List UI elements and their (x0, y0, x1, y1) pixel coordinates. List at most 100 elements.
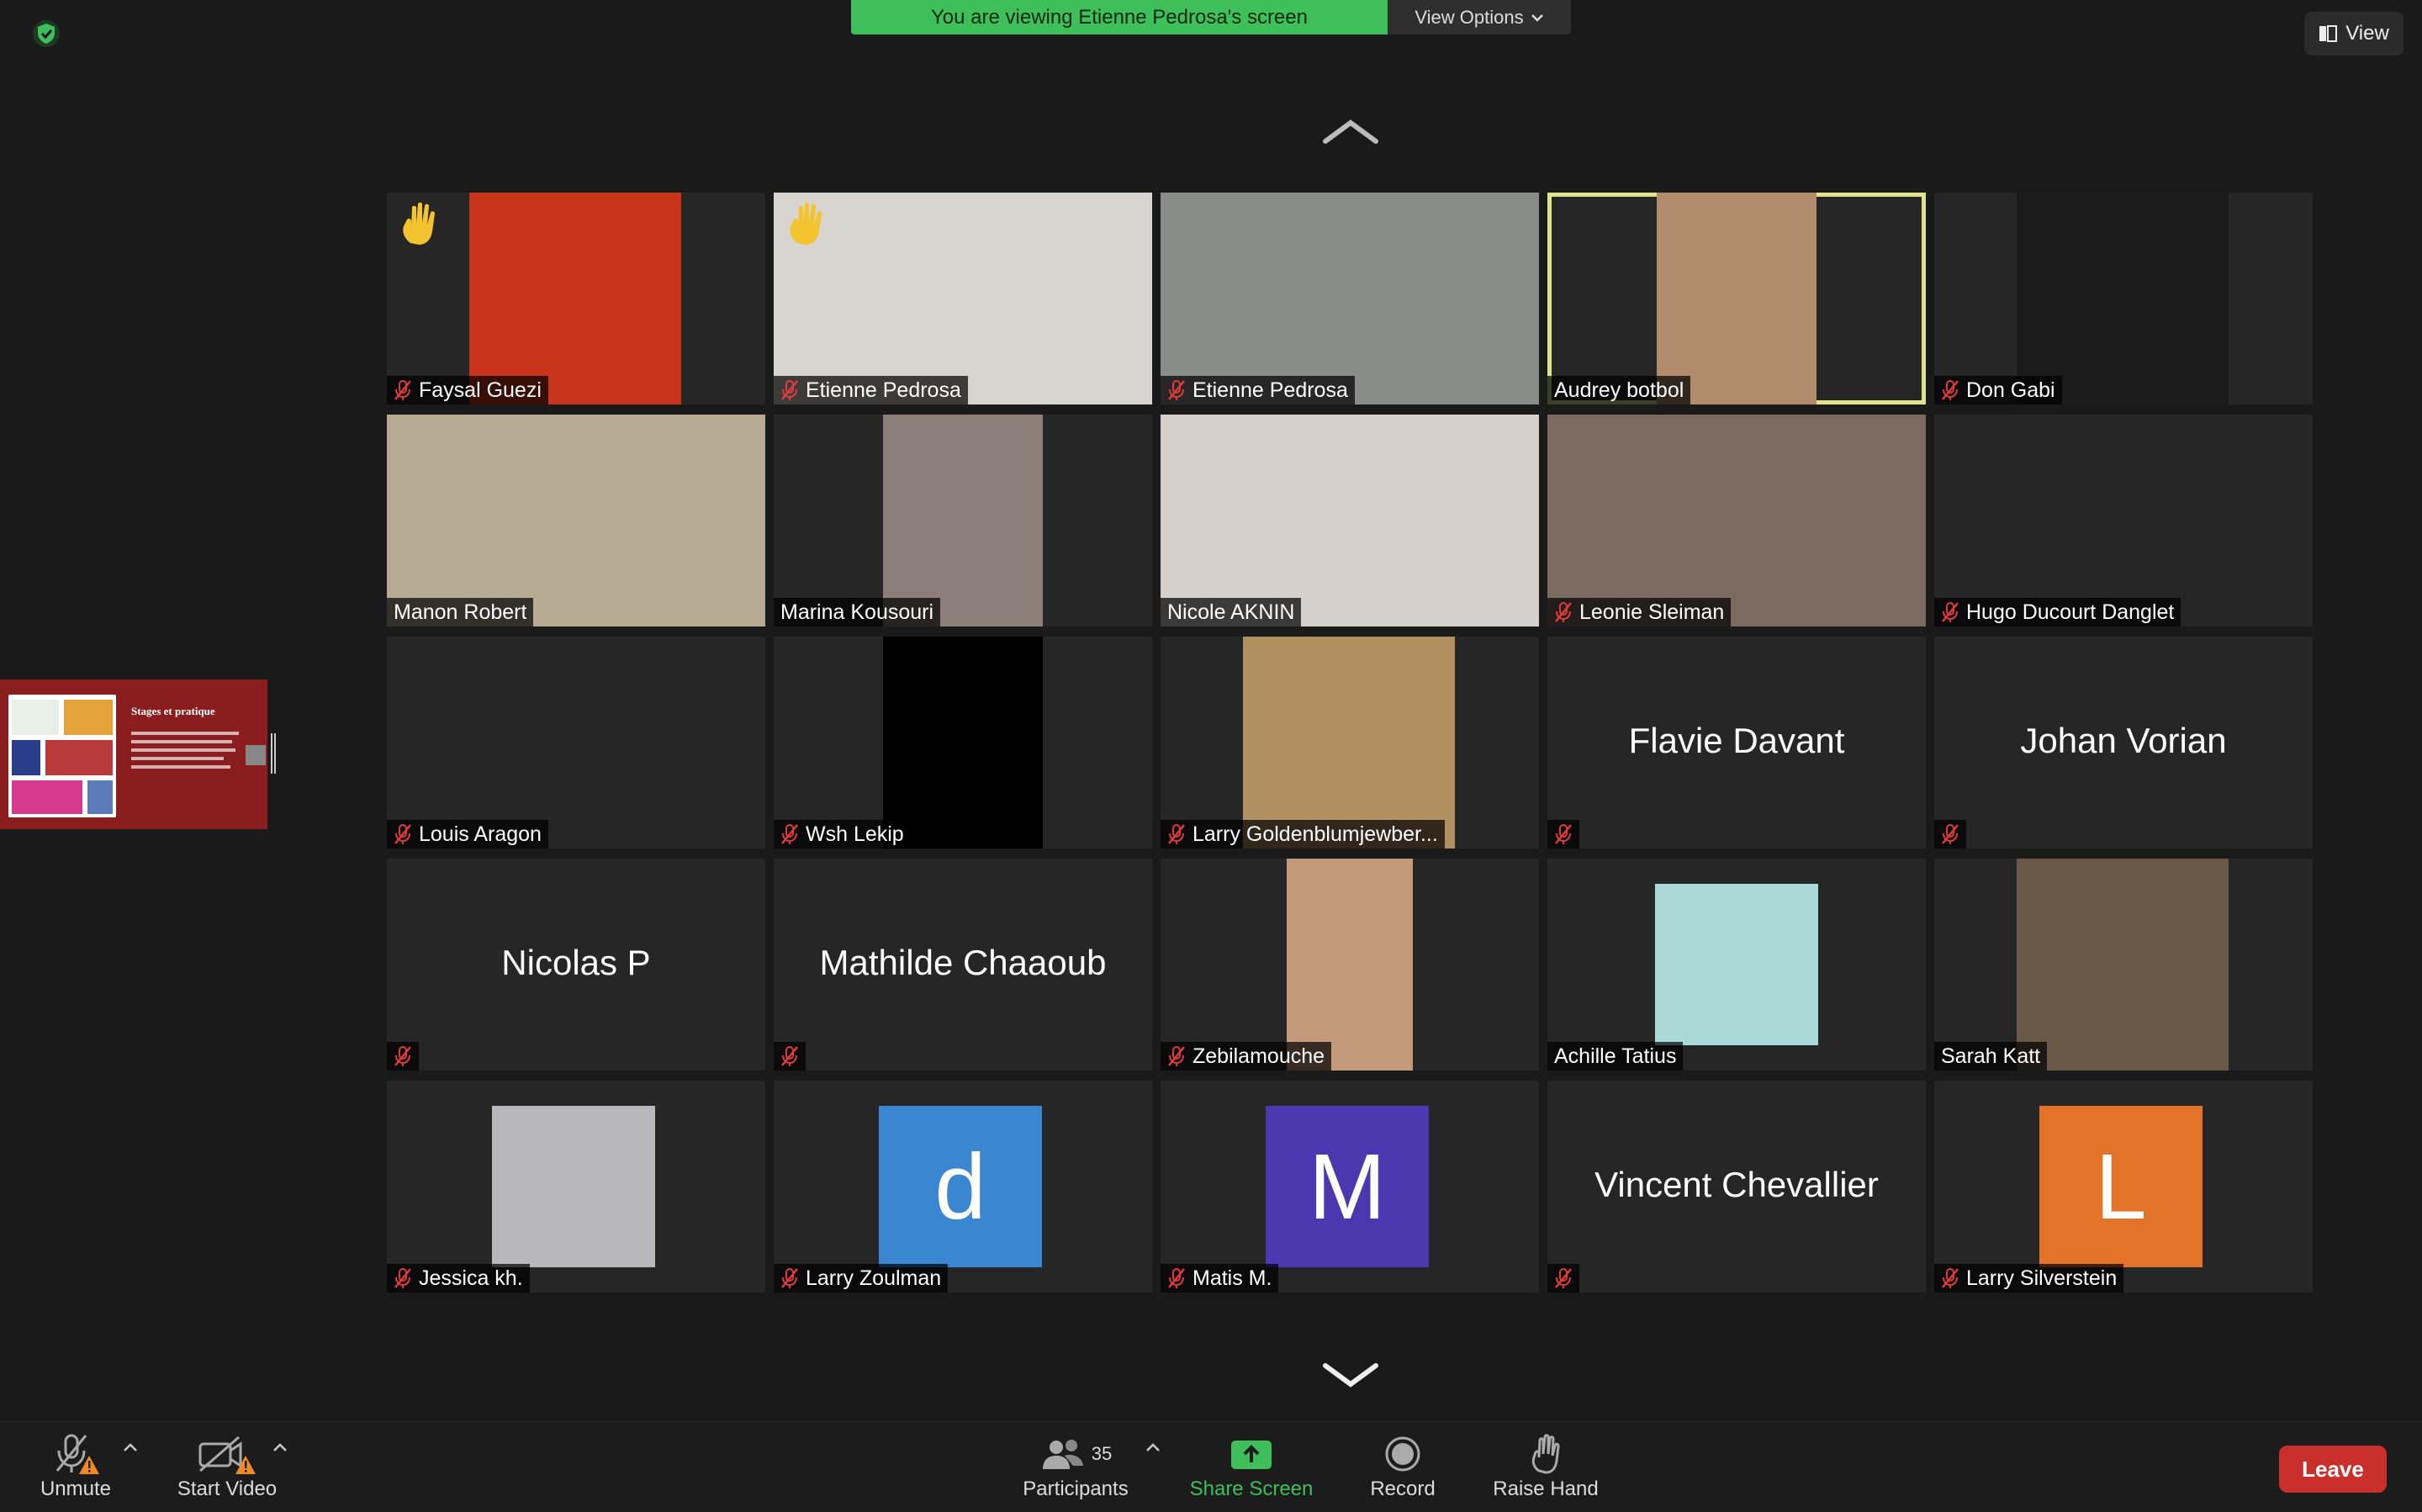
participant-video (883, 637, 1043, 849)
expand-handle-icon[interactable] (246, 745, 266, 765)
share-screen-button[interactable]: Share Screen (1184, 1430, 1319, 1501)
raised-hand-icon (403, 202, 435, 245)
muted-microphone-warning-icon (56, 1434, 99, 1474)
participant-tile[interactable]: Larry Goldenblumjewber... (1161, 637, 1539, 849)
record-label: Record (1370, 1478, 1436, 1500)
view-options-label: View Options (1415, 6, 1524, 28)
participant-nametag: Audrey botbol (1547, 376, 1691, 404)
participants-button[interactable]: 35 Participants (1013, 1430, 1139, 1501)
participant-nametag: Manon Robert (387, 598, 534, 626)
participant-tile[interactable]: Nicole AKNIN (1161, 415, 1539, 626)
participant-name: Sarah Katt (1941, 1044, 2041, 1068)
participant-video (1657, 193, 1816, 404)
start-video-button[interactable]: Start Video (168, 1430, 286, 1501)
unmute-button[interactable]: Unmute (34, 1430, 118, 1501)
participant-tile[interactable]: Faysal Guezi (387, 193, 765, 404)
audio-options-caret-icon[interactable] (123, 1442, 138, 1452)
participant-tile[interactable]: Zebilamouche (1161, 859, 1539, 1071)
thumbnail-resize-handle[interactable] (271, 733, 276, 774)
muted-microphone-icon (394, 1268, 411, 1288)
participant-nametag: Nicole AKNIN (1161, 598, 1302, 626)
record-button[interactable]: Record (1361, 1430, 1445, 1501)
participant-nametag: Achille Tatius (1547, 1042, 1684, 1071)
record-icon (1385, 1436, 1420, 1472)
screen-share-banner: You are viewing Etienne Pedrosa's screen… (851, 0, 1571, 34)
view-options-button[interactable]: View Options (1388, 0, 1571, 34)
participant-tile[interactable]: Etienne Pedrosa (1161, 193, 1539, 404)
participant-tile[interactable]: Mathilde Chaaoub (774, 859, 1152, 1071)
participant-name: Audrey botbol (1554, 378, 1684, 402)
participant-name: Marina Kousouri (780, 600, 934, 624)
participant-tile[interactable]: Hugo Ducourt Danglet (1934, 415, 2313, 626)
muted-microphone-icon (781, 1268, 798, 1288)
participant-name: Wsh Lekip (806, 822, 904, 846)
video-options-caret-icon[interactable] (272, 1442, 288, 1452)
participant-avatar-image (1655, 884, 1818, 1045)
security-shield-icon[interactable] (32, 19, 61, 49)
muted-microphone-icon (394, 380, 411, 400)
participant-nametag: Matis M. (1161, 1264, 1279, 1293)
participant-nametag: Zebilamouche (1161, 1042, 1332, 1071)
participant-tile[interactable]: Nicolas P (387, 859, 765, 1071)
muted-microphone-icon (1168, 824, 1185, 844)
participants-icon (1042, 1440, 1083, 1469)
participant-nametag: Don Gabi (1934, 376, 2062, 404)
raise-hand-button[interactable]: Raise Hand (1489, 1430, 1603, 1501)
next-page-arrow-icon[interactable] (1320, 1361, 1381, 1389)
share-screen-icon (1231, 1441, 1272, 1469)
participant-nametag (387, 1042, 419, 1071)
participant-nametag: Etienne Pedrosa (774, 376, 968, 404)
participants-options-caret-icon[interactable] (1145, 1442, 1161, 1452)
participant-tile[interactable]: Manon Robert (387, 415, 765, 626)
muted-microphone-icon (1942, 824, 1959, 844)
share-screen-label: Share Screen (1189, 1478, 1314, 1500)
participant-nametag: Faysal Guezi (387, 376, 548, 404)
muted-microphone-icon (781, 1046, 798, 1066)
participant-tile[interactable]: Achille Tatius (1547, 859, 1926, 1071)
participants-label: Participants (1023, 1478, 1129, 1500)
participant-tile[interactable]: Flavie Davant (1547, 637, 1926, 849)
participant-name: Jessica kh. (419, 1266, 523, 1290)
participant-tile[interactable]: Marina Kousouri (774, 415, 1152, 626)
participant-tile[interactable]: Vincent Chevallier (1547, 1081, 1926, 1293)
participant-tile[interactable]: d Larry Zoulman (774, 1081, 1152, 1293)
participant-name: Don Gabi (1966, 378, 2055, 402)
participant-nametag (1547, 1264, 1579, 1293)
participant-video (2017, 859, 2229, 1071)
muted-microphone-icon (781, 824, 798, 844)
previous-page-arrow-icon[interactable] (1320, 118, 1381, 146)
participant-nametag (1934, 820, 1966, 849)
participant-nametag: Sarah Katt (1934, 1042, 2048, 1071)
participant-nametag (1547, 820, 1579, 849)
start-video-label: Start Video (177, 1478, 278, 1500)
shared-screen-thumbnail[interactable]: Stages et pratique (0, 679, 267, 829)
participant-tile[interactable]: Wsh Lekip (774, 637, 1152, 849)
participant-tile[interactable]: Etienne Pedrosa (774, 193, 1152, 404)
view-button[interactable]: View (2304, 12, 2403, 56)
gallery-grid: Faysal Guezi Etienne Pedrosa Etienne Ped… (387, 193, 2314, 1293)
participant-display-name: Johan Vorian (2020, 721, 2227, 760)
participant-name: Larry Silverstein (1966, 1266, 2118, 1290)
participant-tile[interactable]: Louis Aragon (387, 637, 765, 849)
participant-name: Faysal Guezi (419, 378, 542, 402)
participant-tile[interactable]: Don Gabi (1934, 193, 2313, 404)
participant-tile[interactable]: Leonie Sleiman (1547, 415, 1926, 626)
participant-tile[interactable]: Johan Vorian (1934, 637, 2313, 849)
participant-tile[interactable]: Sarah Katt (1934, 859, 2313, 1071)
participant-tile[interactable]: M Matis M. (1161, 1081, 1539, 1293)
muted-microphone-icon (1555, 602, 1572, 622)
participant-video (1287, 859, 1413, 1071)
participant-nametag: Etienne Pedrosa (1161, 376, 1355, 404)
participant-nametag: Leonie Sleiman (1547, 598, 1732, 626)
viewing-screen-text: You are viewing Etienne Pedrosa's screen (851, 0, 1388, 34)
participant-tile-active-speaker[interactable]: Audrey botbol (1547, 193, 1926, 404)
unmute-label: Unmute (40, 1478, 112, 1500)
muted-microphone-icon (1555, 1268, 1572, 1288)
participant-video (1161, 415, 1539, 626)
participant-video (883, 415, 1043, 626)
participant-tile[interactable]: L Larry Silverstein (1934, 1081, 2313, 1293)
participant-name: Larry Goldenblumjewber... (1192, 822, 1438, 846)
participant-tile[interactable]: Jessica kh. (387, 1081, 765, 1293)
participant-video (469, 193, 681, 404)
leave-button[interactable]: Leave (2279, 1446, 2387, 1493)
